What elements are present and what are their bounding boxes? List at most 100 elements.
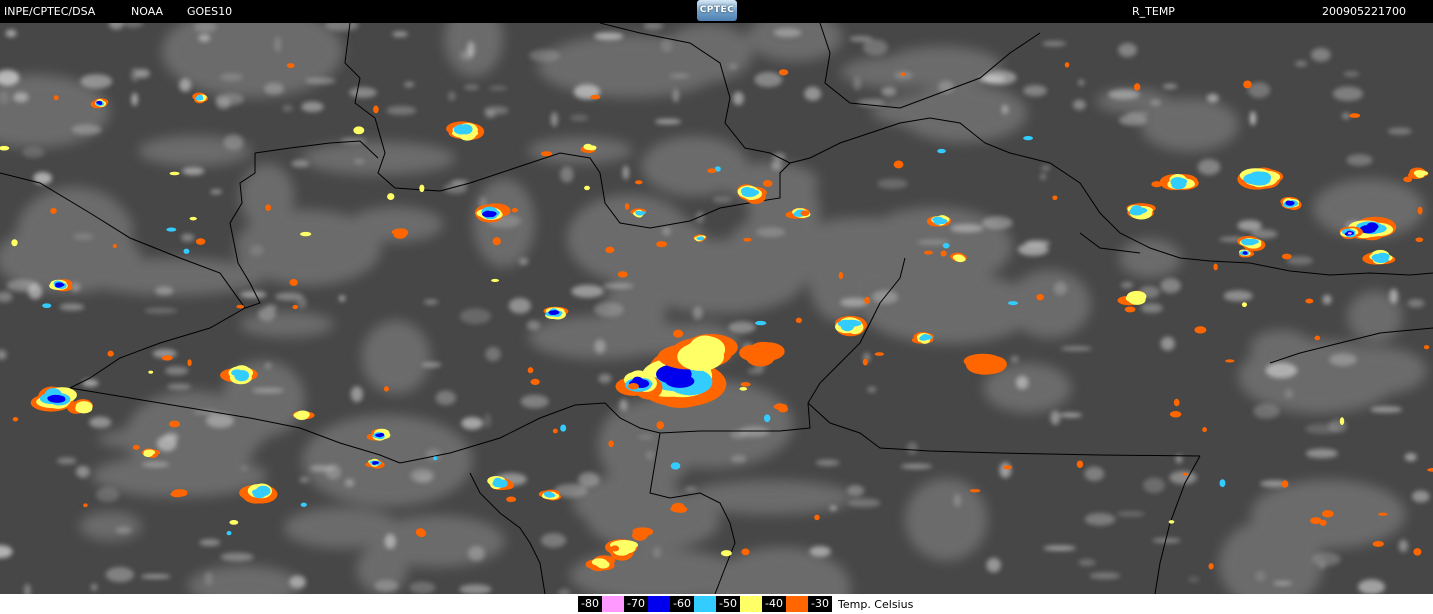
cloud-cell: [299, 477, 310, 483]
cloud-cell: [672, 88, 680, 103]
cloud-cell: [1284, 388, 1294, 399]
legend-swatch: [786, 596, 808, 612]
cloud-cell: [653, 546, 661, 559]
convective-cell: [963, 353, 1003, 369]
cloud-cell: [325, 464, 342, 480]
convective-speck: [900, 72, 906, 76]
convective-cell: [175, 489, 188, 497]
cloud-haze: [79, 511, 142, 541]
cloud-cell: [1343, 71, 1360, 77]
cloud-cell: [1041, 165, 1051, 171]
cloud-cell: [115, 526, 132, 534]
convective-speck: [491, 278, 500, 282]
cloud-cell: [982, 216, 1013, 230]
convective-speck: [1124, 306, 1136, 313]
convective-cell: [195, 96, 203, 101]
cloud-cell: [1089, 572, 1121, 580]
cloud-cell: [804, 86, 822, 101]
cloud-cell: [13, 92, 29, 103]
convective-speck: [1182, 472, 1189, 476]
convective-speck: [590, 94, 601, 100]
cloud-cell: [403, 81, 415, 88]
cloud-cell: [1152, 538, 1181, 543]
convective-speck: [707, 168, 717, 174]
cloud-cell: [181, 233, 195, 242]
datetime-label: 200905221700: [1322, 5, 1406, 18]
cloud-cell: [459, 308, 492, 324]
convective-cell: [373, 461, 379, 465]
convective-speck: [1003, 465, 1012, 470]
cloud-cell: [712, 196, 732, 203]
cloud-cell: [291, 159, 309, 168]
convective-speck: [617, 271, 628, 278]
convective-speck: [862, 358, 868, 366]
cloud-cell: [73, 233, 94, 241]
cloud-cell: [71, 124, 102, 135]
cloud-cell: [594, 32, 624, 41]
convective-speck: [656, 241, 667, 248]
convective-speck: [226, 531, 232, 536]
cloud-cell: [1249, 111, 1256, 126]
convective-speck: [656, 421, 665, 430]
legend-label: -60: [670, 596, 694, 612]
cloud-cell: [182, 167, 205, 176]
cloud-cell: [1084, 512, 1116, 526]
cloud-cell: [80, 74, 113, 89]
convective-speck: [755, 320, 767, 326]
convective-speck: [1243, 80, 1252, 89]
convective-cell: [415, 528, 425, 535]
cloud-cell: [881, 86, 897, 97]
cloud-cell: [392, 31, 408, 38]
cloud-cell: [275, 292, 304, 301]
convective-speck: [1413, 548, 1422, 556]
cloud-cell: [140, 574, 171, 579]
cloud-cell: [1116, 511, 1146, 517]
convective-speck: [1008, 301, 1019, 306]
cloud-cell: [1411, 490, 1430, 503]
convective-speck: [189, 216, 197, 221]
legend-item: -70: [624, 596, 670, 612]
cloud-cell: [1305, 448, 1338, 459]
cloud-cell: [1207, 93, 1219, 103]
convective-speck: [148, 370, 154, 374]
cloud-cell: [1346, 154, 1373, 166]
convective-cell: [47, 395, 66, 402]
convective-cell: [1241, 238, 1254, 246]
convective-speck: [1208, 563, 1214, 570]
convective-speck: [924, 250, 933, 255]
legend-swatch: [740, 596, 762, 612]
cloud-cell: [240, 290, 267, 299]
cloud-cell: [622, 165, 630, 180]
convective-speck: [1417, 206, 1423, 215]
cloud-cell: [1197, 159, 1221, 175]
convective-speck: [506, 496, 517, 503]
convective-speck: [1064, 62, 1070, 68]
convective-speck: [1372, 540, 1384, 547]
cloud-cell: [1160, 336, 1175, 351]
cloud-cell: [1407, 299, 1425, 308]
convective-speck: [229, 520, 239, 525]
convective-cell: [637, 211, 646, 215]
convective-speck: [720, 550, 732, 557]
cloud-cell: [5, 29, 17, 38]
cloud-haze: [239, 163, 295, 230]
cloud-cell: [867, 386, 877, 393]
convective-speck: [195, 238, 206, 245]
cloud-cell: [906, 441, 918, 455]
cloud-cell: [251, 387, 285, 393]
cloud-cell: [645, 450, 654, 460]
convective-cell: [483, 210, 493, 218]
cloud-cell: [274, 36, 282, 53]
convective-speck: [893, 160, 904, 169]
cloud-cell: [6, 279, 39, 292]
convective-cell: [696, 236, 703, 241]
cloud-cell: [131, 92, 138, 106]
legend-units: Temp. Celsius: [838, 597, 914, 611]
convective-speck: [874, 352, 884, 356]
legend-swatch: [694, 596, 716, 612]
cloud-cell: [250, 244, 264, 256]
cloud-cell: [728, 63, 738, 70]
convective-speck: [1349, 113, 1361, 118]
cloud-cell: [95, 487, 120, 503]
convective-cell: [1347, 232, 1352, 235]
